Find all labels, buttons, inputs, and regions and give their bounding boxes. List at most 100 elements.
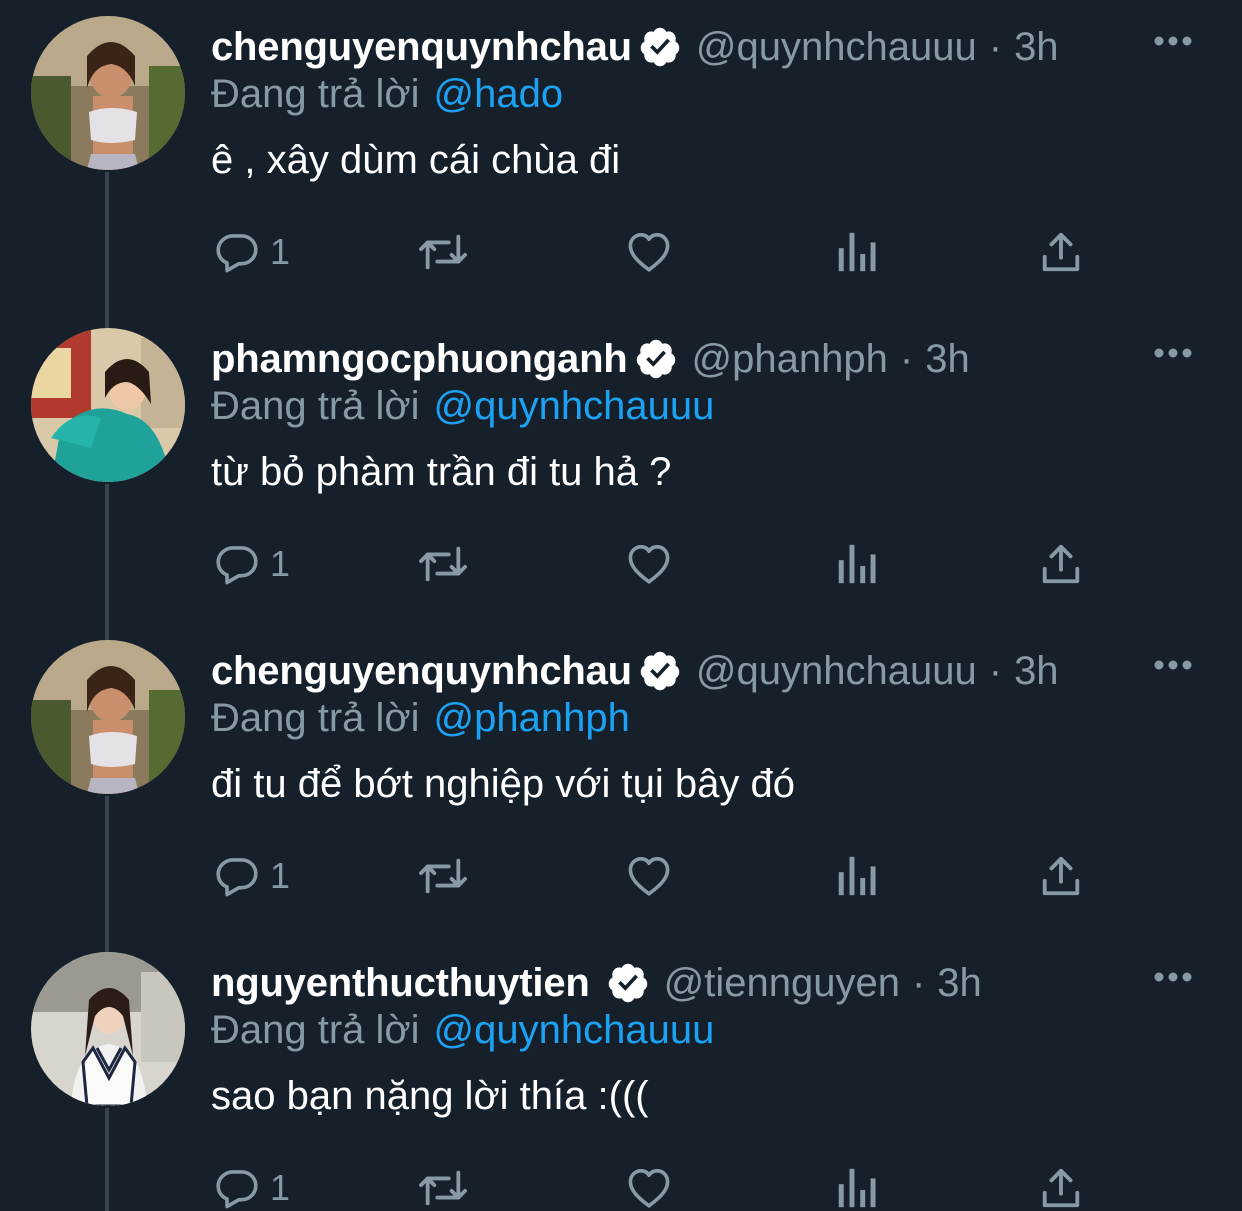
like-button[interactable]: [626, 538, 672, 590]
share-icon: [1038, 541, 1084, 587]
share-icon: [1038, 853, 1084, 899]
tweet[interactable]: nguyenthucthuytien @tiennguyen · 3h Đang…: [0, 936, 1242, 1211]
like-icon: [626, 853, 672, 899]
retweet-icon: [416, 229, 470, 275]
tweet-text: sao bạn nặng lời thía :(((: [211, 1074, 649, 1118]
more-options-icon[interactable]: [1152, 970, 1194, 984]
analytics-icon: [834, 229, 878, 275]
share-icon: [1038, 229, 1084, 275]
avatar[interactable]: [31, 328, 185, 482]
reply-icon: [214, 541, 260, 587]
tweet[interactable]: chenguyenquynhchau @quynhchauuu · 3h Đan…: [0, 0, 1242, 312]
reply-mention-link[interactable]: @quynhchauuu: [434, 1008, 715, 1052]
tweet-header: nguyenthucthuytien @tiennguyen · 3h: [211, 958, 982, 1008]
replying-to: Đang trả lời @hado: [211, 72, 563, 117]
timestamp[interactable]: 3h: [1014, 649, 1059, 694]
separator-dot: ·: [988, 648, 1003, 693]
replying-to-label: Đang trả lời: [211, 696, 420, 740]
tweet[interactable]: chenguyenquynhchau @quynhchauuu · 3h Đan…: [0, 624, 1242, 936]
display-name[interactable]: chenguyenquynhchau: [211, 25, 632, 70]
display-name[interactable]: chenguyenquynhchau: [211, 649, 632, 694]
display-name[interactable]: phamngocphuonganh: [211, 337, 628, 382]
user-handle[interactable]: @phanhph: [692, 337, 888, 382]
display-name[interactable]: nguyenthucthuytien: [211, 961, 590, 1006]
reply-count: 1: [270, 543, 291, 584]
tweet-text: đi tu để bớt nghiệp với tụi bây đó: [211, 762, 795, 806]
share-button[interactable]: [1038, 538, 1084, 590]
avatar[interactable]: [31, 16, 185, 170]
verified-badge-icon: [634, 337, 678, 381]
retweet-button[interactable]: [416, 538, 470, 590]
user-handle[interactable]: @quynhchauuu: [696, 649, 977, 694]
user-handle[interactable]: @tiennguyen: [664, 961, 900, 1006]
share-button[interactable]: [1038, 1162, 1084, 1211]
reply-count: 1: [270, 1167, 291, 1208]
user-handle[interactable]: @quynhchauuu: [696, 25, 977, 70]
more-options-icon[interactable]: [1152, 658, 1194, 672]
replying-to: Đang trả lời @quynhchauuu: [211, 1008, 714, 1053]
more-options-icon[interactable]: [1152, 346, 1194, 360]
reply-icon: [214, 853, 260, 899]
tweet[interactable]: phamngocphuonganh @phanhph · 3h Đang trả…: [0, 312, 1242, 624]
reply-button[interactable]: 1: [214, 538, 290, 590]
share-button[interactable]: [1038, 850, 1084, 902]
retweet-icon: [416, 853, 470, 899]
retweet-button[interactable]: [416, 1162, 470, 1211]
analytics-button[interactable]: [834, 538, 878, 590]
reply-icon: [214, 229, 260, 275]
like-button[interactable]: [626, 1162, 672, 1211]
reply-button[interactable]: 1: [214, 850, 290, 902]
tweet-actions: 1: [0, 1162, 1242, 1211]
reply-count: 1: [270, 855, 291, 896]
reply-button[interactable]: 1: [214, 226, 290, 278]
separator-dot: ·: [911, 960, 926, 1005]
like-icon: [626, 229, 672, 275]
retweet-icon: [416, 1165, 470, 1211]
tweet-actions: 1: [0, 538, 1242, 590]
analytics-icon: [834, 541, 878, 587]
replying-to-label: Đang trả lời: [211, 384, 420, 428]
separator-dot: ·: [988, 24, 1003, 69]
share-icon: [1038, 1165, 1084, 1211]
replying-to: Đang trả lời @phanhph: [211, 696, 630, 741]
verified-badge-icon: [638, 25, 682, 69]
timestamp[interactable]: 3h: [1014, 25, 1059, 70]
reply-mention-link[interactable]: @phanhph: [434, 696, 630, 740]
tweet-text: từ bỏ phàm trần đi tu hả ?: [211, 450, 672, 494]
retweet-button[interactable]: [416, 226, 470, 278]
replying-to: Đang trả lời @quynhchauuu: [211, 384, 714, 429]
tweet-header: chenguyenquynhchau @quynhchauuu · 3h: [211, 22, 1059, 72]
reply-mention-link[interactable]: @hado: [434, 72, 564, 116]
reply-mention-link[interactable]: @quynhchauuu: [434, 384, 715, 428]
like-icon: [626, 541, 672, 587]
verified-badge-icon: [638, 649, 682, 693]
tweet-header: chenguyenquynhchau @quynhchauuu · 3h: [211, 646, 1059, 696]
analytics-button[interactable]: [834, 226, 878, 278]
more-options-icon[interactable]: [1152, 34, 1194, 48]
separator-dot: ·: [899, 336, 914, 381]
timestamp[interactable]: 3h: [925, 337, 970, 382]
avatar[interactable]: [31, 952, 185, 1106]
retweet-button[interactable]: [416, 850, 470, 902]
tweet-text: ê , xây dùm cái chùa đi: [211, 138, 621, 182]
replying-to-label: Đang trả lời: [211, 1008, 420, 1052]
analytics-icon: [834, 1165, 878, 1211]
tweet-actions: 1: [0, 850, 1242, 902]
like-button[interactable]: [626, 226, 672, 278]
share-button[interactable]: [1038, 226, 1084, 278]
tweet-actions: 1: [0, 226, 1242, 278]
replying-to-label: Đang trả lời: [211, 72, 420, 116]
avatar[interactable]: [31, 640, 185, 794]
retweet-icon: [416, 541, 470, 587]
reply-icon: [214, 1165, 260, 1211]
verified-badge-icon: [606, 961, 650, 1005]
like-button[interactable]: [626, 850, 672, 902]
analytics-button[interactable]: [834, 1162, 878, 1211]
like-icon: [626, 1165, 672, 1211]
reply-count: 1: [270, 231, 291, 272]
analytics-button[interactable]: [834, 850, 878, 902]
reply-thread: chenguyenquynhchau @quynhchauuu · 3h Đan…: [0, 0, 1242, 1211]
reply-button[interactable]: 1: [214, 1162, 290, 1211]
timestamp[interactable]: 3h: [937, 961, 982, 1006]
tweet-header: phamngocphuonganh @phanhph · 3h: [211, 334, 970, 384]
